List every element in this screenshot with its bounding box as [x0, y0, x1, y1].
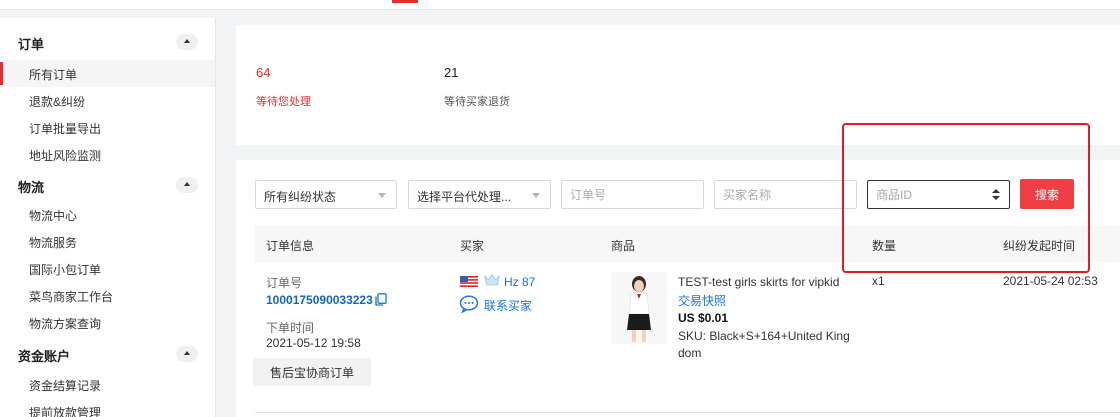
- sidebar-item-cainiao-workbench[interactable]: 菜鸟商家工作台: [0, 282, 215, 309]
- sidebar-item-label: 订单批量导出: [29, 122, 102, 136]
- sidebar-section-title: 资金账户: [18, 349, 71, 364]
- table-header: 订单信息 买家 商品 数量 纠纷发起时间: [255, 226, 1120, 262]
- search-button[interactable]: 搜索: [1020, 179, 1074, 209]
- buyer-name-link[interactable]: Hz 87: [504, 275, 535, 289]
- sidebar-item-refund-dispute[interactable]: 退款&纠纷: [0, 87, 215, 114]
- top-tab-indicator: [392, 0, 418, 3]
- sidebar-item-advance-payment[interactable]: 提前放款管理: [0, 398, 215, 417]
- quantity: x1: [872, 274, 885, 288]
- sidebar: 订单 所有订单 退款&纠纷 订单批量导出 地址风险监测 物流 物流中心 物流服务…: [0, 18, 216, 417]
- contact-buyer-link[interactable]: 联系买家: [484, 297, 532, 314]
- platform-agent-select[interactable]: 选择平台代处理...: [408, 180, 551, 209]
- sidebar-section-title: 订单: [18, 37, 45, 52]
- dispute-stats-card: 64 等待您处理 21 等待买家退货: [236, 25, 1120, 145]
- return-label[interactable]: 等待买家退货: [444, 93, 510, 109]
- chevron-up-icon[interactable]: [176, 34, 198, 50]
- sidebar-item-label: 国际小包订单: [29, 263, 102, 277]
- order-no-link[interactable]: 1000175090033223: [266, 293, 373, 307]
- sidebar-item-all-orders[interactable]: 所有订单: [0, 60, 215, 87]
- sidebar-item-label: 物流中心: [29, 209, 78, 223]
- pending-label[interactable]: 等待您处理: [256, 93, 311, 109]
- product-thumbnail[interactable]: [611, 272, 667, 344]
- sidebar-item-order-export[interactable]: 订单批量导出: [0, 114, 215, 141]
- snapshot-link[interactable]: 交易快照: [678, 292, 726, 309]
- product-id-input[interactable]: [868, 181, 1009, 208]
- sidebar-section-logistics[interactable]: 物流: [0, 171, 215, 199]
- sidebar-section-orders[interactable]: 订单: [0, 28, 215, 56]
- column-header-product: 商品: [611, 239, 636, 253]
- column-header-order-info: 订单信息: [266, 239, 315, 253]
- pending-count[interactable]: 64: [256, 65, 270, 80]
- order-time: 2021-05-12 19:58: [266, 336, 361, 350]
- chat-icon[interactable]: [459, 295, 479, 313]
- sidebar-item-logistics-center[interactable]: 物流中心: [0, 201, 215, 228]
- dispute-status-select[interactable]: 所有纠纷状态: [255, 180, 397, 209]
- sidebar-item-label: 物流方案查询: [29, 317, 102, 331]
- sidebar-section-title: 物流: [18, 180, 45, 195]
- top-bar: [0, 0, 1120, 10]
- chevron-up-icon[interactable]: [176, 346, 198, 362]
- after-sale-negotiation-button[interactable]: 售后宝协商订单: [253, 358, 371, 386]
- sidebar-item-label: 资金结算记录: [29, 379, 102, 393]
- sidebar-item-label: 地址风险监测: [29, 149, 102, 163]
- sidebar-item-label: 退款&纠纷: [29, 95, 86, 109]
- sidebar-item-label: 提前放款管理: [29, 406, 102, 417]
- sidebar-item-address-risk[interactable]: 地址风险监测: [0, 141, 215, 168]
- product-sku-cont: dom: [678, 346, 702, 360]
- dispute-time: 2021-05-24 02:53: [1003, 274, 1098, 288]
- chevron-down-icon: [532, 193, 540, 198]
- column-header-buyer: 买家: [460, 239, 485, 253]
- column-header-dispute-time: 纠纷发起时间: [1003, 239, 1076, 253]
- product-id-field[interactable]: [867, 180, 1010, 209]
- platform-agent-value: 选择平台代处理...: [417, 190, 512, 204]
- column-header-quantity: 数量: [872, 239, 897, 253]
- product-title[interactable]: TEST-test girls skirts for vipkid: [678, 275, 839, 289]
- dispute-status-value: 所有纠纷状态: [264, 190, 337, 204]
- number-stepper-icon[interactable]: [992, 189, 1000, 201]
- us-flag-icon: [460, 276, 478, 287]
- copy-icon[interactable]: [375, 293, 387, 306]
- sidebar-item-logistics-plan[interactable]: 物流方案查询: [0, 309, 215, 336]
- crown-icon: [484, 273, 500, 286]
- order-time-label: 下单时间: [266, 321, 315, 335]
- buyer-name-input[interactable]: [715, 181, 856, 208]
- buyer-name-field[interactable]: [714, 180, 857, 209]
- product-photo: [611, 272, 667, 344]
- sidebar-item-label: 菜鸟商家工作台: [29, 290, 114, 304]
- product-price: US $0.01: [678, 311, 729, 325]
- order-no-input[interactable]: [562, 181, 703, 208]
- product-sku: SKU: Black+S+164+United King: [678, 329, 850, 343]
- sidebar-item-settlement[interactable]: 资金结算记录: [0, 371, 215, 398]
- sidebar-section-funds[interactable]: 资金账户: [0, 340, 215, 368]
- order-no-label: 订单号: [266, 276, 303, 290]
- sidebar-item-intl-packet[interactable]: 国际小包订单: [0, 255, 215, 282]
- row-divider: [255, 412, 1120, 413]
- sidebar-item-label: 所有订单: [29, 68, 78, 82]
- chevron-up-icon[interactable]: [176, 177, 198, 193]
- order-no-field[interactable]: [561, 180, 704, 209]
- sidebar-item-logistics-service[interactable]: 物流服务: [0, 228, 215, 255]
- sidebar-item-label: 物流服务: [29, 236, 78, 250]
- return-count[interactable]: 21: [444, 65, 458, 80]
- chevron-down-icon: [378, 193, 386, 198]
